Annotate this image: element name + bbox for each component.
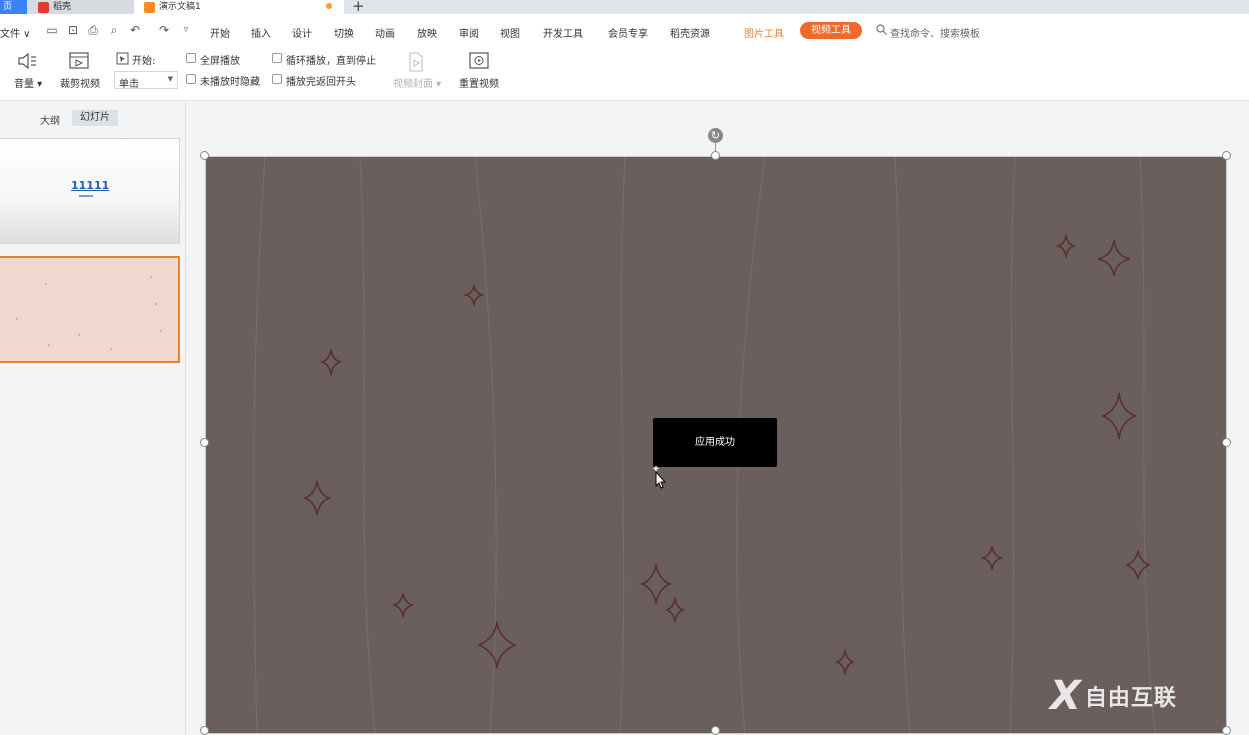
volume-button[interactable]: 音量 ▾ bbox=[14, 75, 42, 90]
menu-home[interactable]: 开始 bbox=[210, 25, 230, 40]
print-icon[interactable]: ⎙ bbox=[86, 23, 100, 37]
thumbnail-sparkle bbox=[110, 348, 112, 350]
start-trigger-icon bbox=[116, 52, 129, 65]
slide-thumbnail-2[interactable] bbox=[0, 256, 180, 363]
menu-member[interactable]: 会员专享 bbox=[608, 25, 648, 40]
watermark-logo: X 自由互联 bbox=[1050, 676, 1177, 716]
resize-handle-top-left[interactable] bbox=[200, 151, 209, 160]
menu-picture-tools[interactable]: 图片工具 bbox=[744, 25, 784, 40]
redo-icon[interactable]: ↷ bbox=[157, 23, 171, 37]
menu-transitions[interactable]: 切换 bbox=[334, 25, 354, 40]
trim-video-button[interactable]: 裁剪视频 bbox=[60, 75, 100, 90]
presentation-file-icon bbox=[144, 1, 155, 13]
slide-thumbnail-title: 11111 bbox=[71, 179, 110, 192]
resize-handle-bottom-right[interactable] bbox=[1222, 726, 1231, 735]
save-icon[interactable]: ▭ bbox=[45, 23, 59, 37]
hide-not-playing-checkbox[interactable] bbox=[186, 74, 196, 84]
start-mode-value: 单击 bbox=[119, 79, 139, 90]
rewind-checkbox[interactable] bbox=[272, 74, 282, 84]
customize-toolbar-icon[interactable]: ▿ bbox=[179, 23, 193, 37]
rewind-label: 播放完返回开头 bbox=[286, 77, 356, 88]
menu-file[interactable]: 文件 ∨ bbox=[0, 25, 31, 40]
menu-review[interactable]: 审阅 bbox=[459, 25, 479, 40]
video-tools-ribbon: 音量 ▾ 裁剪视频 开始: 单击 ▼ 全屏播放 未播放时隐藏 循环播放，直到停止… bbox=[0, 46, 1249, 101]
success-toast: 应用成功 bbox=[653, 418, 777, 467]
thumbnail-sparkle bbox=[155, 303, 157, 305]
fullscreen-label: 全屏播放 bbox=[200, 56, 240, 67]
slide-thumbnail-subtitle bbox=[79, 195, 93, 197]
menu-video-tools[interactable]: 视频工具 bbox=[800, 22, 862, 39]
unsaved-indicator bbox=[326, 3, 332, 9]
menu-bar: 文件 ∨ ▭ ⊡ ⎙ ⌕ ↶ ↷ ▿ 开始 插入 设计 切换 动画 放映 审阅 … bbox=[0, 14, 1249, 46]
new-tab-button[interactable]: + bbox=[352, 0, 365, 14]
start-mode-select[interactable]: 单击 ▼ bbox=[114, 71, 178, 90]
resize-handle-bottom-left[interactable] bbox=[200, 726, 209, 735]
reset-video-icon[interactable] bbox=[468, 51, 490, 71]
video-cover-button[interactable]: 视频封面 ▾ bbox=[393, 75, 441, 90]
thumbnail-sparkle bbox=[48, 344, 50, 346]
loop-checkbox[interactable] bbox=[272, 53, 282, 63]
menu-insert[interactable]: 插入 bbox=[251, 25, 271, 40]
volume-label: 音量 bbox=[14, 79, 34, 90]
thumbnail-sparkle bbox=[160, 330, 162, 332]
slide-navigation-panel: 大纲 幻灯片 11111 bbox=[0, 102, 186, 735]
rotate-icon[interactable]: ↻ bbox=[708, 128, 723, 143]
reset-video-button[interactable]: 重置视频 bbox=[459, 75, 499, 90]
resize-handle-bottom[interactable] bbox=[711, 726, 720, 735]
slide-thumbnail-1[interactable]: 11111 bbox=[0, 138, 180, 244]
resize-handle-right[interactable] bbox=[1222, 438, 1231, 447]
mouse-cursor-icon bbox=[653, 466, 667, 489]
title-tab-bar: 页 稻壳 演示文稿1 + bbox=[0, 0, 1249, 14]
print-preview-icon[interactable]: ⌕ bbox=[107, 23, 121, 37]
menu-animations[interactable]: 动画 bbox=[375, 25, 395, 40]
chevron-down-icon: ▼ bbox=[167, 75, 173, 83]
watermark-x-icon: X bbox=[1050, 673, 1081, 719]
tab-docer[interactable]: 稻壳 bbox=[27, 0, 134, 14]
fullscreen-checkbox[interactable] bbox=[186, 53, 196, 63]
search-command-input[interactable]: 查找命令、搜索模板 bbox=[890, 25, 980, 40]
tab-home-label: 页 bbox=[3, 2, 13, 12]
menu-view[interactable]: 视图 bbox=[500, 25, 520, 40]
tab-document-label: 演示文稿1 bbox=[159, 2, 201, 12]
tab-outline[interactable]: 大纲 bbox=[40, 112, 60, 127]
trim-video-icon[interactable] bbox=[68, 51, 90, 71]
search-icon bbox=[876, 24, 887, 35]
watermark-text: 自由互联 bbox=[1084, 686, 1177, 711]
video-cover-label: 视频封面 bbox=[393, 79, 433, 90]
start-label: 开始: bbox=[132, 56, 156, 67]
resize-handle-top[interactable] bbox=[711, 151, 720, 160]
thumbnail-sparkle bbox=[16, 318, 18, 320]
video-cover-icon[interactable] bbox=[408, 52, 424, 72]
tab-home[interactable]: 页 bbox=[0, 0, 27, 14]
menu-file-label: 文件 bbox=[0, 29, 20, 40]
menu-design[interactable]: 设计 bbox=[292, 25, 312, 40]
menu-slideshow[interactable]: 放映 bbox=[417, 25, 437, 40]
resize-handle-top-right[interactable] bbox=[1222, 151, 1231, 160]
docer-logo-icon bbox=[38, 1, 49, 13]
menu-developer[interactable]: 开发工具 bbox=[543, 25, 583, 40]
tab-document[interactable]: 演示文稿1 bbox=[134, 0, 344, 14]
thumbnail-sparkle bbox=[45, 283, 47, 285]
tab-docer-label: 稻壳 bbox=[53, 2, 72, 12]
menu-docer-resources[interactable]: 稻壳资源 bbox=[670, 25, 710, 40]
hide-not-playing-label: 未播放时隐藏 bbox=[200, 77, 260, 88]
thumbnail-sparkle bbox=[78, 334, 80, 336]
export-pdf-icon[interactable]: ⊡ bbox=[66, 23, 80, 37]
volume-icon[interactable] bbox=[17, 52, 39, 70]
loop-label: 循环播放，直到停止 bbox=[286, 56, 376, 67]
thumbnail-sparkle bbox=[150, 276, 152, 278]
resize-handle-left[interactable] bbox=[200, 438, 209, 447]
tab-slides[interactable]: 幻灯片 bbox=[72, 110, 118, 126]
undo-icon[interactable]: ↶ bbox=[128, 23, 142, 37]
